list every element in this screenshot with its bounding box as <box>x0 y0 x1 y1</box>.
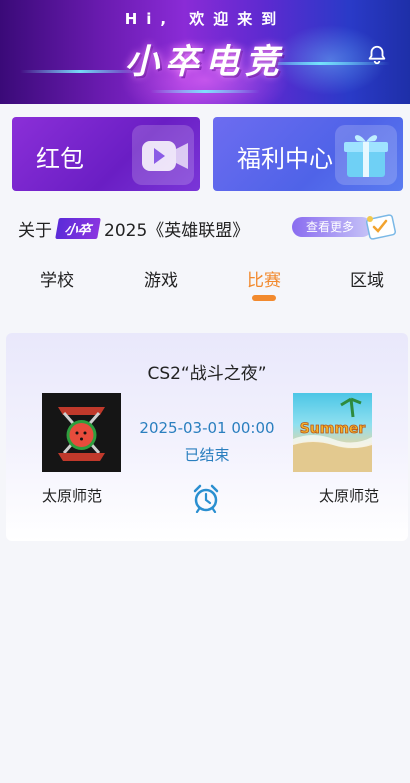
team-name-right: 太原师范 <box>319 487 380 505</box>
announcement-text: 2025《英雄联盟》 <box>104 220 250 241</box>
brand-logo-text: 小卒电竞 <box>125 42 285 82</box>
announcement-prefix: 关于 <box>18 220 52 241</box>
match-title: CS2“战斗之夜” <box>147 364 267 384</box>
header-banner: Hi, 欢迎来到 小卒电竞 <box>0 0 410 104</box>
active-tab-indicator <box>252 295 276 301</box>
tab-school[interactable]: 学校 <box>40 266 74 291</box>
video-camera-icon <box>132 125 194 185</box>
match-status: 已结束 <box>184 446 230 464</box>
announcement-bar[interactable]: 关于 小卒 2025《英雄联盟》 <box>18 215 249 241</box>
alarm-clock-icon[interactable] <box>192 483 220 513</box>
tab-competition[interactable]: 比赛 <box>247 266 281 291</box>
team-name-left: 太原师范 <box>42 487 103 505</box>
greeting-text: Hi, 欢迎来到 <box>124 10 286 28</box>
category-tabs: 学校 游戏 比赛 区域 <box>0 250 410 310</box>
welfare-center-card[interactable]: 福利中心 <box>213 117 403 191</box>
gift-icon <box>335 125 397 185</box>
match-time: 2025-03-01 00:00 <box>139 419 275 437</box>
red-packet-label: 红包 <box>36 145 84 173</box>
brand-tag: 小卒 <box>55 217 101 239</box>
checklist-icon <box>366 214 396 240</box>
red-packet-card[interactable]: 红包 <box>12 117 200 191</box>
bell-icon[interactable] <box>366 44 388 66</box>
welfare-center-label: 福利中心 <box>237 145 333 173</box>
tab-game[interactable]: 游戏 <box>144 266 178 291</box>
view-more-button[interactable]: 查看更多 <box>292 217 372 237</box>
match-card[interactable]: CS2“战斗之夜” Summer 2025-03-01 00:00 已结束 太原… <box>6 333 408 541</box>
tab-region[interactable]: 区域 <box>350 266 384 291</box>
